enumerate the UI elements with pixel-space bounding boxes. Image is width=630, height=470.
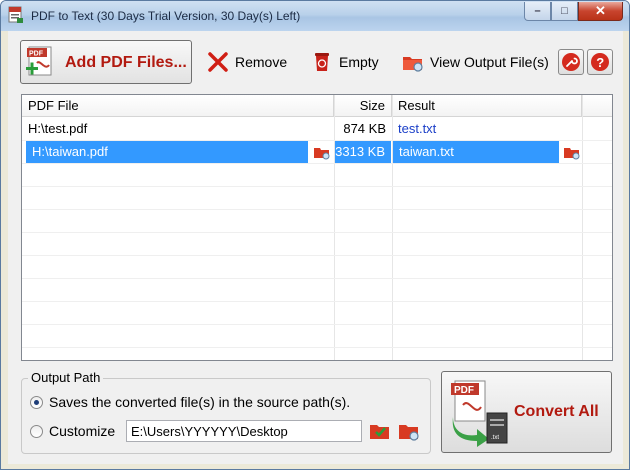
result-link[interactable]: test.txt [392, 118, 558, 140]
add-pdf-files-button[interactable]: PDF Add PDF Files... [20, 40, 192, 84]
svg-text:PDF: PDF [454, 385, 474, 396]
folder-view-icon[interactable] [563, 144, 581, 160]
table-row[interactable]: H:\taiwan.pdf 3313 KB taiwan.txt [22, 141, 612, 163]
folder-view-icon [403, 57, 423, 72]
app-icon [8, 6, 23, 23]
row-divider [22, 209, 612, 210]
help-button[interactable]: ? [587, 49, 613, 75]
row-divider [22, 232, 612, 233]
table-row[interactable]: H:\test.pdf 874 KB test.txt [22, 118, 612, 140]
row-divider [22, 186, 612, 187]
convert-all-label: Convert All [514, 403, 599, 420]
row-divider [22, 347, 612, 348]
remove-x-icon [208, 52, 228, 72]
source-path-label[interactable]: Saves the converted file(s) in the sourc… [49, 394, 350, 410]
view-output-button[interactable]: View Output File(s) [401, 48, 549, 76]
window-controls: – □ ✕ [524, 2, 623, 21]
column-header-result[interactable]: Result [392, 95, 582, 117]
pdf-file-cell: H:\taiwan.pdf [26, 141, 308, 163]
row-divider [22, 301, 612, 302]
customize-label[interactable]: Customize [49, 423, 115, 439]
settings-button[interactable] [558, 49, 584, 75]
output-path-label: Output Path [28, 370, 104, 385]
row-divider [22, 255, 612, 256]
browse-folder-button[interactable] [367, 419, 393, 443]
minimize-button[interactable]: – [524, 2, 551, 21]
customize-radio[interactable] [30, 425, 43, 438]
maximize-button[interactable]: □ [551, 2, 578, 21]
window-title: PDF to Text (30 Days Trial Version, 30 D… [31, 9, 301, 23]
wrench-icon [562, 53, 580, 71]
output-path-group: Output Path Saves the converted file(s) … [21, 370, 431, 454]
row-divider [22, 278, 612, 279]
svg-text:?: ? [596, 55, 604, 70]
open-output-folder-button[interactable] [396, 419, 422, 443]
title-bar[interactable]: PDF to Text (30 Days Trial Version, 30 D… [1, 1, 629, 31]
app-window: PDF to Text (30 Days Trial Version, 30 D… [0, 0, 630, 470]
file-list-header: PDF File Size Result [22, 95, 612, 117]
convert-all-button[interactable]: PDF .txt Convert All [441, 371, 612, 453]
svg-text:PDF: PDF [29, 51, 44, 58]
result-link[interactable]: taiwan.txt [393, 141, 559, 163]
recycle-bin-icon [315, 53, 329, 71]
help-icon: ? [591, 53, 609, 71]
client-area: PDF Add PDF Files... Remove Empty View O… [8, 31, 623, 464]
size-cell: 874 KB [343, 121, 386, 136]
empty-label: Empty [339, 54, 379, 70]
size-cell: 3313 KB [335, 141, 391, 163]
remove-button[interactable]: Remove [206, 48, 287, 76]
row-divider [22, 163, 612, 164]
pdf-to-text-icon: PDF .txt [451, 380, 508, 447]
folder-view-icon [399, 425, 419, 441]
source-path-radio[interactable] [30, 396, 43, 409]
empty-button[interactable]: Empty [310, 48, 379, 76]
add-pdf-files-label: Add PDF Files... [65, 54, 187, 71]
column-header-pdf-file[interactable]: PDF File [22, 95, 334, 117]
add-pdf-icon: PDF [26, 46, 52, 76]
file-list[interactable]: PDF File Size Result H:\test.pdf 874 KB … [21, 94, 613, 361]
folder-open-icon[interactable] [313, 144, 331, 160]
close-button[interactable]: ✕ [578, 2, 623, 21]
row-divider [22, 324, 612, 325]
remove-label: Remove [235, 54, 288, 70]
column-header-size[interactable]: Size [334, 95, 392, 117]
pdf-file-cell: H:\test.pdf [28, 121, 88, 136]
custom-path-input[interactable] [126, 420, 362, 442]
folder-check-icon [370, 425, 389, 439]
toolbar: PDF Add PDF Files... Remove Empty View O… [8, 31, 623, 89]
view-output-label: View Output File(s) [430, 54, 549, 70]
svg-text:.txt: .txt [491, 435, 499, 441]
